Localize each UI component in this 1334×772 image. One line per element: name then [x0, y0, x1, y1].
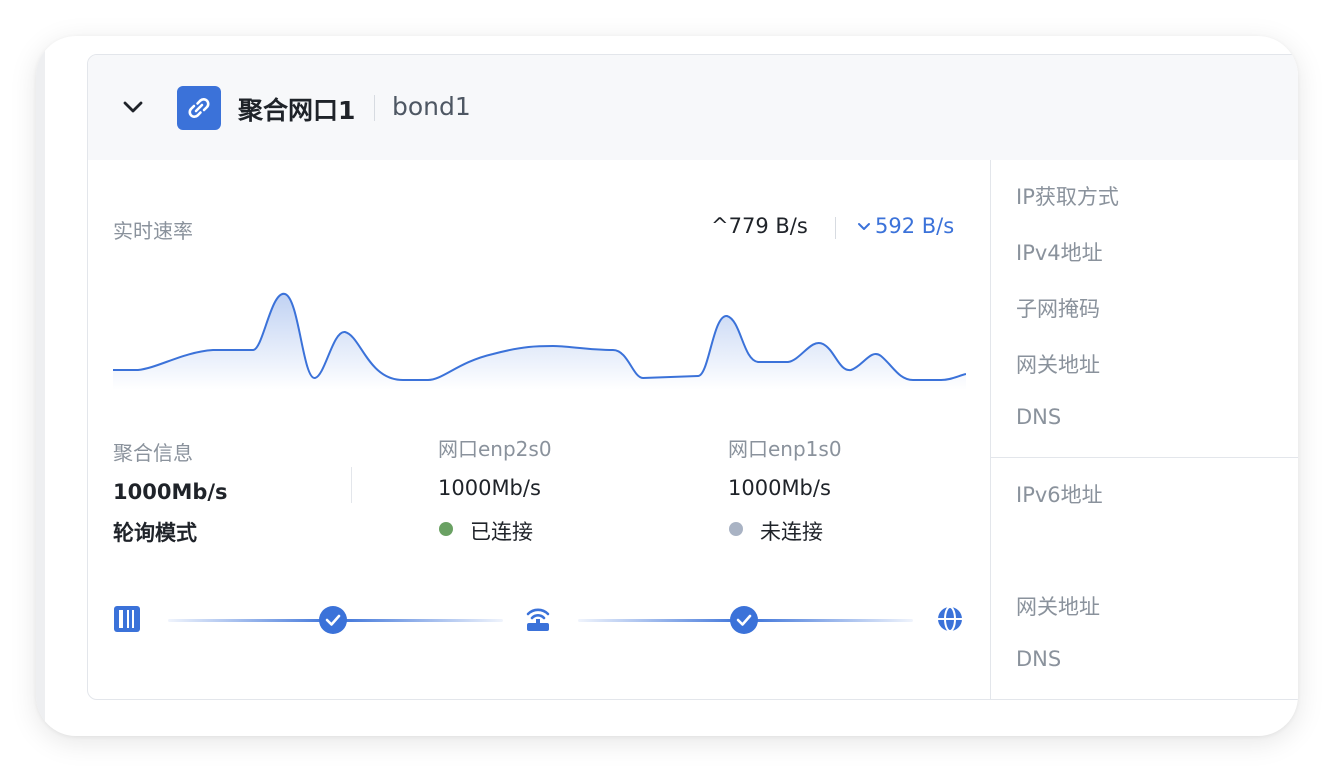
card-header: 聚合网口1 bond1 — [88, 55, 1298, 160]
ipv6-dns-label: DNS — [1016, 647, 1062, 671]
speed-label: 实时速率 — [113, 219, 193, 243]
port2-status: 未连接 — [760, 520, 823, 544]
traffic-area — [113, 293, 966, 390]
port1-label: 网口enp2s0 — [438, 437, 552, 461]
status-dot-disconnected — [729, 522, 743, 536]
download-rate: 592 B/s — [857, 214, 954, 238]
bond-mode: 轮询模式 — [113, 521, 197, 545]
bond-info-label: 聚合信息 — [113, 441, 193, 465]
bond-card: 聚合网口1 bond1 实时速率 ^779 B/s 592 B/s 聚合信息 1… — [87, 54, 1298, 700]
link-icon — [177, 86, 221, 130]
chevron-down-icon[interactable] — [122, 98, 144, 116]
server-icon — [114, 606, 140, 632]
gateway-label: 网关地址 — [1016, 353, 1100, 377]
ipv6-gateway-label: 网关地址 — [1016, 595, 1100, 619]
ipv4-address-label: IPv4地址 — [1016, 241, 1103, 265]
check-icon — [730, 606, 758, 634]
check-icon — [319, 606, 347, 634]
router-icon — [526, 608, 550, 631]
status-dot-connected — [439, 522, 453, 536]
subnet-mask-label: 子网掩码 — [1016, 297, 1100, 321]
globe-icon — [938, 606, 962, 632]
bond-interface-name: bond1 — [392, 92, 471, 121]
bond-title: 聚合网口1 — [238, 96, 356, 125]
info-divider — [351, 467, 352, 503]
bond-speed: 1000Mb/s — [113, 480, 228, 504]
port1-status: 已连接 — [470, 520, 533, 544]
panel-divider — [990, 160, 991, 699]
ip-section-divider — [991, 457, 1298, 458]
ipv6-address-label: IPv6地址 — [1016, 483, 1103, 507]
upload-rate: ^779 B/s — [711, 214, 808, 238]
ip-method-label: IP获取方式 — [1016, 185, 1119, 209]
port1-speed: 1000Mb/s — [438, 476, 541, 500]
download-rate-value: 592 B/s — [875, 214, 955, 238]
sidebar-edge — [36, 36, 45, 736]
port2-speed: 1000Mb/s — [728, 476, 831, 500]
dns-label: DNS — [1016, 405, 1062, 429]
title-divider — [374, 95, 375, 121]
chevron-down-icon — [858, 223, 870, 230]
app-window: 聚合网口1 bond1 实时速率 ^779 B/s 592 B/s 聚合信息 1… — [36, 36, 1298, 736]
rate-divider — [835, 217, 836, 239]
traffic-chart — [113, 292, 966, 390]
port2-label: 网口enp1s0 — [728, 437, 842, 461]
